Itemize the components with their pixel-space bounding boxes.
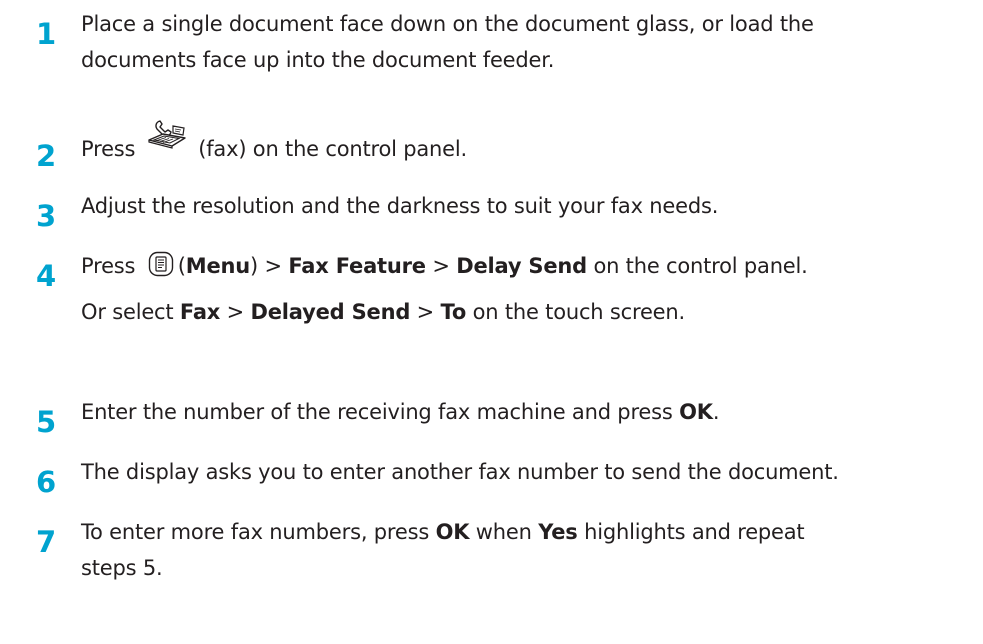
fax-icon [146,118,188,150]
step-number: 5 [36,405,57,439]
delayed-send-label: Delayed Send [250,300,411,324]
step-text-after: (fax) on the control panel. [198,137,467,161]
to-label: To [440,300,467,324]
step-text-line: documents face up into the document feed… [81,48,555,72]
step-text-line: Adjust the resolution and the darkness t… [81,194,719,218]
step-number: 3 [36,199,57,233]
step-text: Press (fax) on the control panel. [81,120,971,167]
delay-send-label: Delay Send [456,254,587,278]
step-text-line: steps 5. [81,556,163,580]
ok-label: OK [435,520,470,544]
press-label: Press [81,137,136,161]
step-text: Press (Menu) > Fax Feature > Delay Send … [81,248,971,330]
step-text: The display asks you to enter another fa… [81,454,971,490]
press-label: Press [81,254,136,278]
step-text-line: Place a single document face down on the… [81,12,814,36]
fax-feature-label: Fax Feature [288,254,426,278]
step-text: Enter the number of the receiving fax ma… [81,400,720,424]
step-number: 2 [36,139,57,173]
step-number: 7 [36,525,57,559]
step-number: 4 [36,259,57,293]
step-text: To enter more fax numbers, press OK when… [81,514,971,586]
step-text: Adjust the resolution and the darkness t… [81,188,971,224]
step-number: 1 [36,17,57,51]
menu-icon [148,251,174,277]
menu-label: Menu [185,254,251,278]
yes-label: Yes [538,520,578,544]
step-number: 6 [36,465,57,499]
ok-label: OK [679,400,713,424]
step-text-line: The display asks you to enter another fa… [81,460,839,484]
fax-label: Fax [179,300,221,324]
step-text: Place a single document face down on the… [81,6,971,78]
